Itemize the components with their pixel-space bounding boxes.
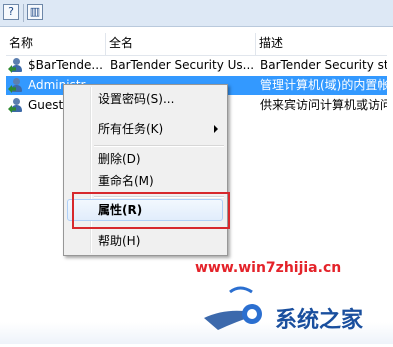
menu-item-delete[interactable]: 删除(D)	[98, 149, 218, 169]
row-description: 供来宾访问计算机或访问	[260, 98, 387, 112]
menu-item-all-tasks[interactable]: 所有任务(K)	[98, 119, 218, 139]
annotation-highlight-box	[72, 192, 230, 229]
column-header-name[interactable]: 名称	[6, 33, 106, 55]
toolbar-separator	[23, 4, 24, 22]
column-header-description[interactable]: 描述	[256, 33, 387, 55]
column-header-fullname[interactable]: 全名	[106, 33, 256, 55]
toolbar: ? ▥	[0, 0, 393, 27]
list-header: 名称 全名 描述	[6, 33, 387, 56]
watermark-brand: 系统之家	[275, 308, 364, 333]
row-description: 管理计算机(域)的内置帐	[260, 78, 387, 92]
row-description: BarTender Security sta	[260, 58, 387, 72]
user-icon	[8, 58, 25, 73]
menu-item-set-password[interactable]: 设置密码(S)...	[98, 89, 218, 109]
menu-item-rename[interactable]: 重命名(M)	[98, 171, 218, 191]
help-icon[interactable]: ?	[3, 4, 19, 20]
row-name: $BarTende...	[28, 58, 103, 72]
table-row[interactable]: $BarTende... BarTender Security Us... Ba…	[6, 56, 387, 75]
show-hide-pane-icon[interactable]: ▥	[27, 4, 43, 20]
menu-item-help[interactable]: 帮助(H)	[98, 231, 218, 251]
context-menu: 设置密码(S)... 所有任务(K) 删除(D) 重命名(M) 属性(R) 帮助…	[63, 84, 228, 256]
submenu-arrow-icon	[214, 125, 218, 133]
watermark-url: www.win7zhijia.cn	[195, 260, 342, 276]
menu-separator	[94, 145, 224, 147]
user-icon	[8, 78, 25, 93]
watermark-logo: 系统之家	[200, 278, 393, 344]
user-icon	[8, 98, 25, 113]
row-fullname: BarTender Security Us...	[110, 58, 255, 72]
